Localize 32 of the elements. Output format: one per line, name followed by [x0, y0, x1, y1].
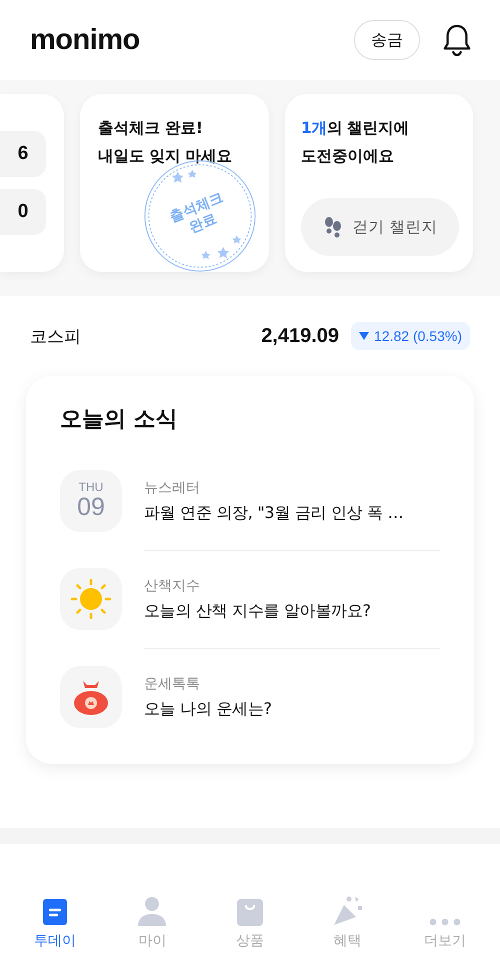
news-item[interactable]: THU 09 뉴스레터 파월 연준 의장, "3월 금리 인상 폭 …	[60, 452, 440, 550]
bell-icon[interactable]	[442, 23, 472, 57]
date-tile: THU 09	[60, 470, 122, 532]
footprints-icon	[322, 216, 343, 238]
walking-challenge-button[interactable]: 걷기 챌린지	[301, 198, 459, 256]
nav-tab[interactable]: 투데이	[14, 894, 95, 950]
index-value: 2,419.09	[261, 324, 340, 348]
index-name: 코스피	[30, 326, 82, 348]
news-item[interactable]: 산책지수 오늘의 산책 지수를 알아볼까요?	[60, 550, 440, 648]
person-icon	[137, 896, 168, 926]
count-pill: 0	[0, 189, 46, 235]
summary-card[interactable]: 6 0	[0, 94, 64, 272]
document-icon	[42, 898, 68, 926]
app-logo: monimo	[30, 24, 140, 56]
party-popper-icon	[332, 896, 363, 926]
section-title: 오늘의 소식	[60, 406, 179, 434]
sun-icon	[71, 579, 111, 619]
challenge-card[interactable]: 1개의 챌린지에 도전중이에요 걷기 챌린지	[285, 94, 473, 272]
news-category: 산책지수	[144, 577, 201, 595]
news-category: 뉴스레터	[144, 478, 201, 496]
transfer-button[interactable]: 송금	[354, 20, 420, 60]
money-pouch-icon	[73, 679, 109, 715]
news-headline: 오늘의 산책 지수를 알아볼까요?	[144, 601, 372, 622]
more-icon	[429, 918, 462, 926]
news-category: 운세톡톡	[144, 675, 201, 693]
news-headline: 파월 연준 의장, "3월 금리 인상 폭 …	[144, 502, 404, 524]
shopping-bag-icon	[236, 898, 263, 926]
index-change-badge: 12.82 (0.53%)	[351, 322, 470, 350]
card-title: 1개의 챌린지에 도전중이에요	[301, 118, 410, 167]
count-pill: 6	[0, 131, 46, 177]
news-item[interactable]: 운세톡톡 오늘 나의 운세는?	[60, 648, 440, 746]
news-headline: 오늘 나의 운세는?	[144, 699, 273, 720]
